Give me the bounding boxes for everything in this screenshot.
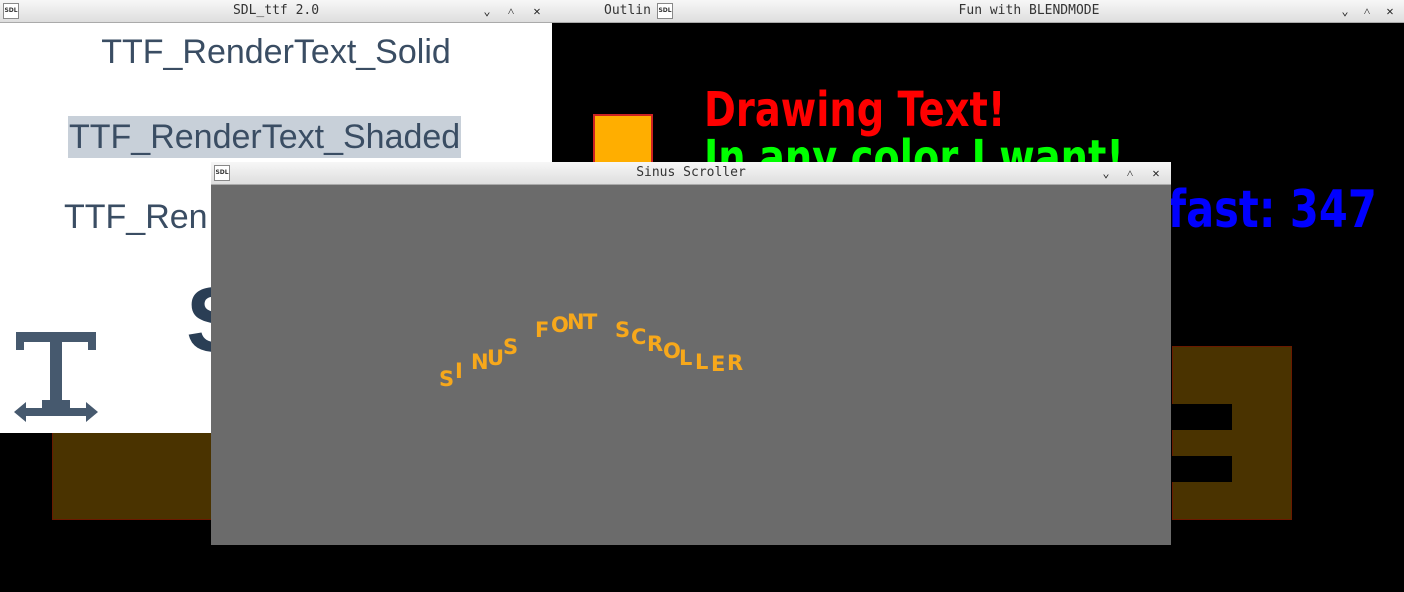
faded-letter-block-right [1172,346,1292,520]
sinus-scroller-window: SDL Sinus Scroller ⌄ ˄ ✕ SINUSFONTSCROLL… [211,162,1171,545]
maximize-button[interactable]: ˄ [1358,2,1376,20]
scroll-char: U [487,345,505,370]
outline-titlebar[interactable]: Outlin [552,0,654,23]
scroll-char: T [583,310,598,335]
scroll-char: I [455,359,463,384]
outline-window: Outlin [552,0,654,24]
sdl-ttf-titlebar[interactable]: SDL SDL_ttf 2.0 ⌄ ˄ ✕ [0,0,552,23]
maximize-button[interactable]: ˄ [502,2,520,20]
scroll-char: N [471,349,489,374]
scroll-char: L [695,349,709,374]
scroll-char: L [679,345,693,370]
scroll-char: S [439,366,455,391]
window-title: Outlin [604,3,651,18]
faded-letter-gap [1172,404,1232,430]
scroll-char: N [567,310,585,334]
scroll-char: S [615,318,631,343]
render-shaded-text: TTF_RenderText_Shaded [68,116,462,158]
text-width-icon [10,322,102,426]
window-title: SDL_ttf 2.0 [232,3,320,18]
scroll-char: F [535,318,550,343]
scroll-char: R [727,350,744,375]
sinus-scroll-text: SINUSFONTSCROLLER [211,162,1171,545]
minimize-button[interactable]: ⌄ [1336,2,1354,20]
minimize-button[interactable]: ⌄ [478,2,496,20]
faded-letter-gap-2 [1172,456,1232,482]
scroll-char: R [647,332,664,357]
blendmode-titlebar[interactable]: SDL Fun with BLENDMODE ⌄ ˄ ✕ [654,0,1404,23]
window-title: Fun with BLENDMODE [958,3,1100,18]
scroll-char: E [711,351,726,376]
scroll-char: S [503,335,519,360]
render-solid-text: TTF_RenderText_Solid [101,33,451,71]
render-blended-text: TTF_Ren [64,198,208,236]
close-button[interactable]: ✕ [1381,2,1399,20]
scroll-char: C [631,324,647,349]
close-button[interactable]: ✕ [528,2,546,20]
fast-counter-label: fast: 347 [1168,180,1377,240]
